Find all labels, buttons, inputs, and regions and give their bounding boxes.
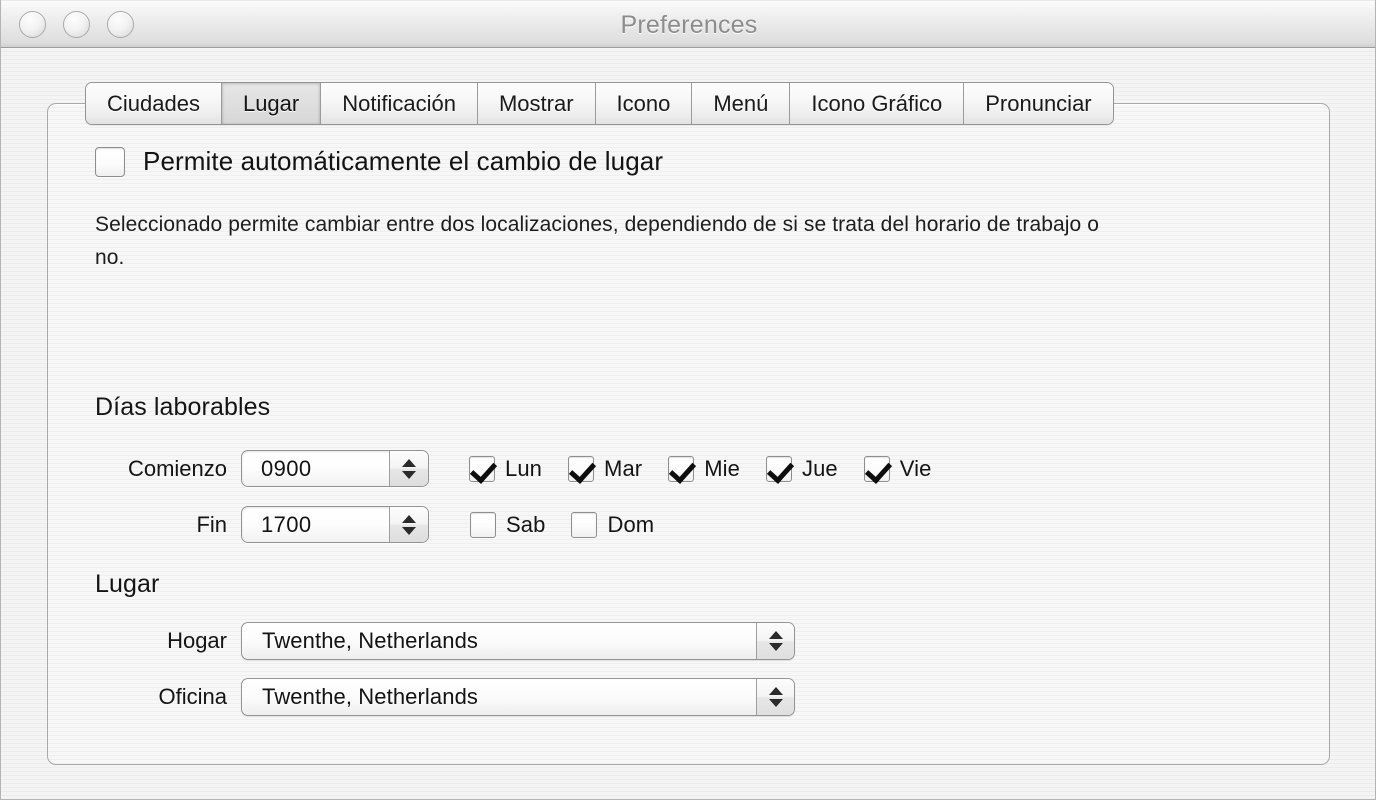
weekday-mie-checkbox[interactable] xyxy=(668,455,695,482)
weekday-jue[interactable]: Jue xyxy=(765,455,838,482)
description-text: Seleccionado permite cambiar entre dos l… xyxy=(95,213,1100,269)
preferences-window: Preferences Ciudades Lugar Notificación … xyxy=(0,0,1376,800)
end-time-stepper-arrows[interactable] xyxy=(389,507,428,542)
weekend-sab-checkbox[interactable] xyxy=(470,511,496,538)
weekday-mar[interactable]: Mar xyxy=(568,455,643,482)
office-location-row: Oficina Twenthe, Netherlands xyxy=(95,678,795,716)
home-location-popup[interactable]: Twenthe, Netherlands xyxy=(241,622,795,660)
window-titlebar: Preferences xyxy=(1,0,1375,49)
tab-label: Icono xyxy=(616,90,671,116)
weekday-mar-checkbox[interactable] xyxy=(568,455,595,482)
tab-label: Lugar xyxy=(242,90,300,116)
end-time-row: Fin 1700 Sab Dom xyxy=(95,506,654,543)
auto-place-switch-checkbox[interactable] xyxy=(95,146,125,177)
arrow-down-icon[interactable] xyxy=(402,526,416,535)
arrow-up-icon xyxy=(768,631,783,639)
auto-place-switch-label: Permite automáticamente el cambio de lug… xyxy=(143,146,664,176)
workdays-section-title: Días laborables xyxy=(95,393,271,421)
start-time-stepper-arrows[interactable] xyxy=(389,451,428,486)
office-location-value: Twenthe, Netherlands xyxy=(262,684,479,709)
arrow-down-icon xyxy=(768,643,783,651)
home-location-popup-arrows[interactable] xyxy=(756,623,794,659)
start-time-row: Comienzo 0900 Lun Mar Mie Jue Vie xyxy=(95,450,931,487)
office-location-popup[interactable]: Twenthe, Netherlands xyxy=(241,678,795,716)
tab-menu[interactable]: Menú xyxy=(692,83,791,124)
weekday-jue-label: Jue xyxy=(801,455,838,481)
weekday-checkbox-group: Lun Mar Mie Jue Vie xyxy=(469,455,932,482)
home-location-row: Hogar Twenthe, Netherlands xyxy=(95,622,795,660)
tab-label: Ciudades xyxy=(107,90,200,116)
weekday-vie-checkbox[interactable] xyxy=(863,455,890,482)
window-title: Preferences xyxy=(620,11,758,39)
start-time-value[interactable]: 0900 xyxy=(242,456,389,482)
tab-label: Icono Gráfico xyxy=(811,90,943,116)
arrow-up-icon[interactable] xyxy=(402,514,416,523)
office-location-popup-arrows[interactable] xyxy=(756,679,794,715)
weekday-lun-label: Lun xyxy=(505,455,543,481)
weekend-sab[interactable]: Sab xyxy=(470,511,546,538)
tab-label: Menú xyxy=(713,90,769,116)
start-time-label: Comienzo xyxy=(127,455,227,481)
weekday-vie-label: Vie xyxy=(899,455,932,481)
weekend-dom-checkbox[interactable] xyxy=(571,511,598,538)
home-location-value: Twenthe, Netherlands xyxy=(262,628,479,653)
weekday-mie[interactable]: Mie xyxy=(668,455,740,482)
office-location-label: Oficina xyxy=(158,684,227,709)
weekend-sab-label: Sab xyxy=(506,511,546,537)
end-time-label: Fin xyxy=(196,511,227,537)
weekend-checkbox-group: Sab Dom xyxy=(470,511,655,538)
home-location-label: Hogar xyxy=(167,628,227,653)
weekday-lun[interactable]: Lun xyxy=(469,455,543,482)
arrow-down-icon xyxy=(768,699,783,707)
weekend-dom-label: Dom xyxy=(607,511,655,537)
weekend-dom[interactable]: Dom xyxy=(571,511,655,538)
tab-lugar[interactable]: Lugar xyxy=(221,83,322,124)
weekday-jue-checkbox[interactable] xyxy=(765,455,792,482)
tab-mostrar[interactable]: Mostrar xyxy=(477,83,596,124)
weekday-mie-label: Mie xyxy=(704,455,740,481)
tab-bar: Ciudades Lugar Notificación Mostrar Icon… xyxy=(85,82,1114,125)
end-time-stepper[interactable]: 1700 xyxy=(241,506,429,543)
tab-pronunciar[interactable]: Pronunciar xyxy=(964,83,1113,124)
weekday-mar-label: Mar xyxy=(604,455,643,481)
tab-icono-grafico[interactable]: Icono Gráfico xyxy=(790,83,965,124)
auto-place-switch-row[interactable]: Permite automáticamente el cambio de lug… xyxy=(95,146,663,177)
arrow-up-icon[interactable] xyxy=(402,458,416,467)
tab-label: Notificación xyxy=(342,90,456,116)
tab-label: Mostrar xyxy=(498,90,574,116)
tab-panel xyxy=(47,103,1330,765)
end-time-value[interactable]: 1700 xyxy=(242,512,389,538)
start-time-stepper[interactable]: 0900 xyxy=(241,450,429,487)
tab-label: Pronunciar xyxy=(985,90,1092,116)
tab-ciudades[interactable]: Ciudades xyxy=(86,83,222,124)
tab-notificacion[interactable]: Notificación xyxy=(321,83,478,124)
weekday-vie[interactable]: Vie xyxy=(863,455,932,482)
weekday-lun-checkbox[interactable] xyxy=(469,455,495,482)
place-section-title: Lugar xyxy=(95,570,160,598)
arrow-down-icon[interactable] xyxy=(402,470,416,479)
arrow-up-icon xyxy=(768,687,783,695)
tab-icono[interactable]: Icono xyxy=(595,83,693,124)
